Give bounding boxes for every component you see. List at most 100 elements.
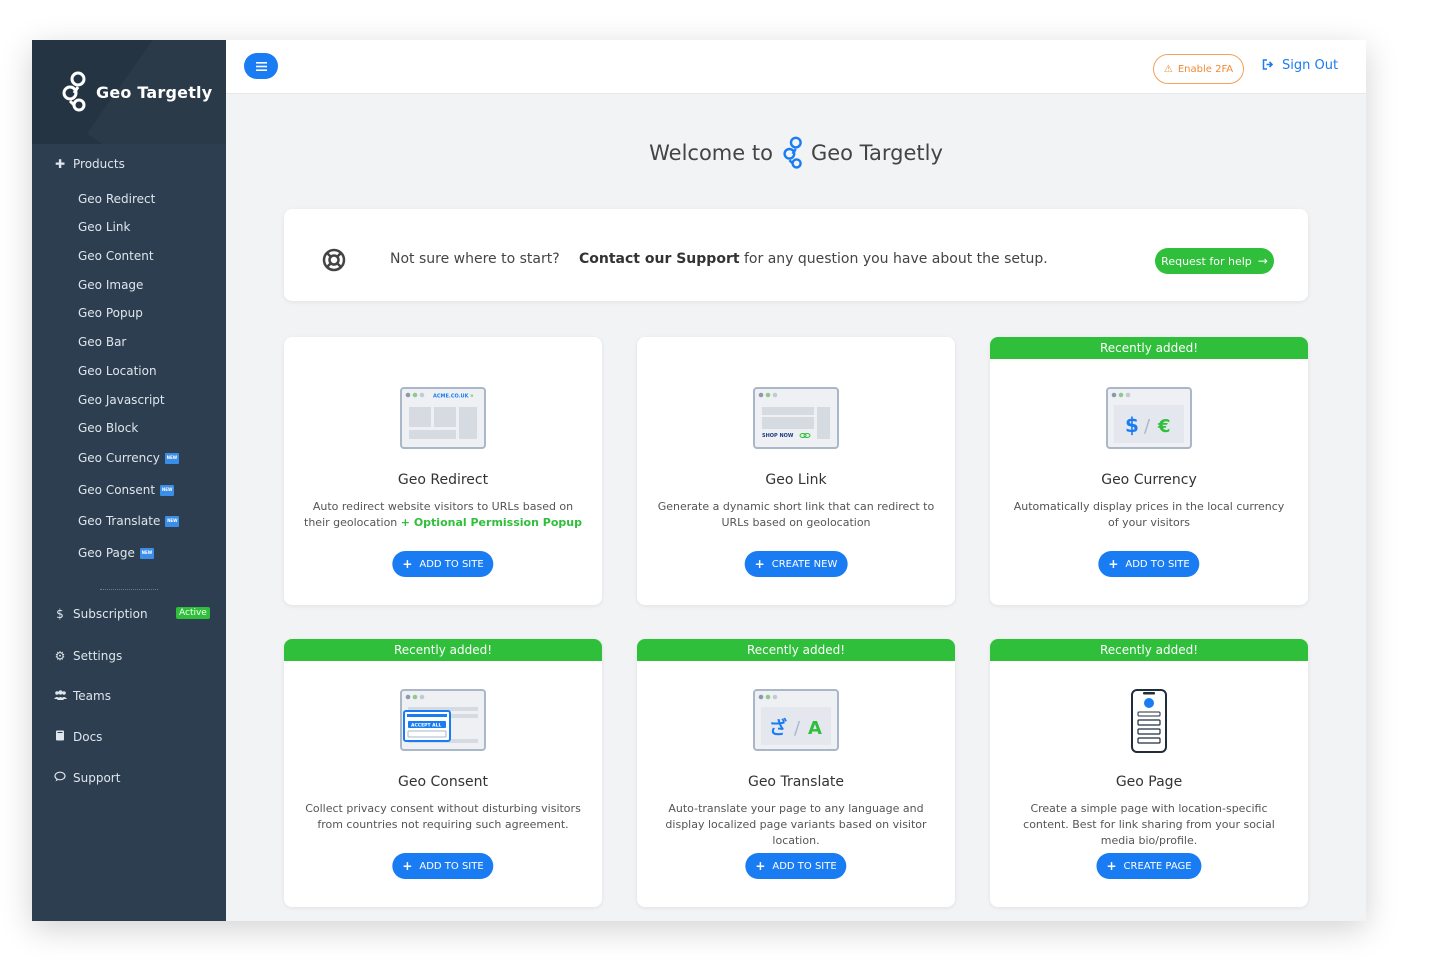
docs-label: Docs [73, 730, 103, 744]
card-title: Geo Page [1115, 774, 1183, 790]
sidebar-item-label: Geo Javascript [78, 393, 165, 407]
sidebar-item-geo-currency[interactable]: Geo Currency NEW [78, 451, 179, 465]
geo-currency-card: Recently added! $ / € Geo Currency Automat… [990, 337, 1308, 605]
card-description: Auto-translate your page to any language… [657, 801, 935, 849]
sidebar-logo[interactable]: Geo Targetly [32, 40, 226, 144]
sidebar-item-geo-consent[interactable]: Geo Consent NEW [78, 483, 175, 497]
card-title: Geo Currency [1101, 472, 1197, 488]
arrow-right-icon: → [1257, 254, 1268, 268]
welcome-prefix: Welcome to [649, 141, 773, 165]
gear-icon: ⚙ [54, 649, 66, 663]
card-title: Geo Translate [747, 774, 845, 790]
link-browser-icon: SHOP NOW [753, 387, 839, 453]
card-title: Geo Link [765, 472, 827, 488]
welcome-heading: Welcome to Geo Targetly [226, 134, 1366, 172]
geo-redirect-action-button[interactable]: + ADD TO SITE [392, 551, 494, 577]
card-title: Geo Consent [398, 774, 488, 790]
card-description: Collect privacy consent without disturbi… [304, 801, 582, 833]
geo-consent-action-button[interactable]: + ADD TO SITE [392, 853, 494, 879]
sidebar-item-subscription[interactable]: $ Subscription [32, 607, 148, 621]
sidebar-item-teams[interactable]: Teams [32, 689, 111, 703]
sign-out-button[interactable]: Sign Out [1262, 58, 1338, 73]
sidebar-item-geo-location[interactable]: Geo Location [78, 364, 157, 378]
geo-pin-logo-icon [62, 71, 86, 112]
redirect-browser-icon: ACME.CO.UK » [400, 387, 486, 453]
sidebar-divider [100, 589, 158, 590]
sidebar-item-support[interactable]: Support [32, 771, 120, 785]
main-content: ⚠ Enable 2FA Sign Out Welcome to Geo Tar… [226, 40, 1366, 921]
top-bar: ⚠ Enable 2FA Sign Out [226, 40, 1366, 94]
sidebar-item-label: Geo Currency [78, 451, 160, 465]
warning-icon: ⚠ [1163, 63, 1173, 75]
sidebar-item-geo-block[interactable]: Geo Block [78, 421, 138, 435]
recently-added-ribbon: Recently added! [990, 639, 1308, 661]
card-description-text: Auto-translate your page to any language… [665, 802, 927, 847]
request-help-button[interactable]: Request for help → [1155, 248, 1274, 274]
card-description-text: Collect privacy consent without disturbi… [305, 802, 581, 831]
sidebar-item-geo-popup[interactable]: Geo Popup [78, 306, 143, 320]
enable-2fa-button[interactable]: ⚠ Enable 2FA [1153, 54, 1244, 84]
sidebar-item-label: Geo Popup [78, 306, 143, 320]
sidebar-item-geo-page[interactable]: Geo Page NEW [78, 546, 154, 560]
sidebar-products-header[interactable]: ✚ Products [32, 157, 125, 171]
plus-icon: ✚ [54, 157, 66, 171]
lifebuoy-icon [322, 248, 346, 276]
users-icon [53, 689, 67, 703]
svg-text:ACME.CO.UK: ACME.CO.UK [433, 394, 470, 400]
geo-page-action-button[interactable]: + CREATE PAGE [1096, 853, 1202, 879]
sidebar-item-label: Geo Location [78, 364, 157, 378]
contact-support-link[interactable]: Contact our Support [579, 251, 740, 267]
card-button-label: ADD TO SITE [1125, 558, 1190, 570]
sidebar: Geo Targetly ✚ Products Geo Redirect Geo … [32, 40, 226, 921]
sidebar-item-label: Geo Image [78, 278, 144, 292]
sidebar-item-geo-redirect[interactable]: Geo Redirect [78, 192, 155, 206]
geo-currency-action-button[interactable]: + ADD TO SITE [1098, 551, 1200, 577]
svg-text:€: € [1157, 416, 1171, 437]
plus-icon: + [755, 859, 766, 873]
app-window: Geo Targetly ✚ Products Geo Redirect Geo … [32, 40, 1366, 921]
new-badge: NEW [164, 452, 179, 464]
menu-toggle-button[interactable] [244, 53, 278, 79]
sidebar-item-label: Geo Redirect [78, 192, 156, 206]
teams-label: Teams [73, 689, 111, 703]
geo-link-action-button[interactable]: + CREATE NEW [744, 551, 848, 577]
card-description-text: Automatically display prices in the loca… [1013, 500, 1285, 529]
sign-out-label: Sign Out [1282, 58, 1339, 73]
card-description: Auto redirect website visitors to URLs b… [304, 499, 582, 531]
book-icon [53, 730, 67, 744]
card-button-label: ADD TO SITE [772, 860, 837, 872]
sidebar-item-geo-translate[interactable]: Geo Translate NEW [78, 514, 180, 528]
geo-translate-action-button[interactable]: + ADD TO SITE [745, 853, 847, 879]
svg-text:SHOP NOW: SHOP NOW [762, 433, 794, 439]
request-help-label: Request for help [1161, 254, 1252, 268]
subscription-status-badge: Active [176, 607, 210, 619]
consent-browser-icon: ACCEPT ALL [400, 689, 486, 755]
subscription-label: Subscription [73, 607, 148, 621]
sidebar-item-geo-bar[interactable]: Geo Bar [78, 335, 126, 349]
sidebar-item-geo-link[interactable]: Geo Link [78, 220, 130, 234]
sidebar-item-geo-content[interactable]: Geo Content [78, 249, 154, 263]
card-description: Generate a dynamic short link that can r… [657, 499, 935, 531]
sidebar-item-geo-image[interactable]: Geo Image [78, 278, 143, 292]
sidebar-item-label: Geo Page [78, 546, 135, 560]
card-button-label: CREATE PAGE [1123, 860, 1192, 872]
card-button-label: CREATE NEW [771, 558, 838, 570]
card-description: Automatically display prices in the loca… [1010, 499, 1288, 531]
sidebar-item-label: Geo Link [78, 220, 131, 234]
support-contact-text: Contact our Support for any question you… [579, 251, 1048, 267]
currency-browser-icon: $ / € [1106, 387, 1192, 453]
svg-text:ACCEPT ALL: ACCEPT ALL [411, 723, 441, 729]
hamburger-icon [255, 61, 267, 71]
new-badge: NEW [139, 547, 154, 559]
sidebar-item-geo-javascript[interactable]: Geo Javascript [78, 393, 165, 407]
phone-page-icon [1129, 689, 1169, 757]
card-button-label: ADD TO SITE [419, 558, 484, 570]
sidebar-item-label: Geo Consent [78, 483, 156, 497]
chat-bubble-icon [53, 771, 67, 785]
svg-text:/: / [794, 718, 801, 739]
dollar-icon: $ [56, 607, 64, 621]
sidebar-item-settings[interactable]: ⚙ Settings [32, 649, 123, 663]
new-badge: NEW [165, 515, 180, 527]
sidebar-item-docs[interactable]: Docs [32, 730, 102, 744]
sign-out-icon [1262, 58, 1274, 73]
